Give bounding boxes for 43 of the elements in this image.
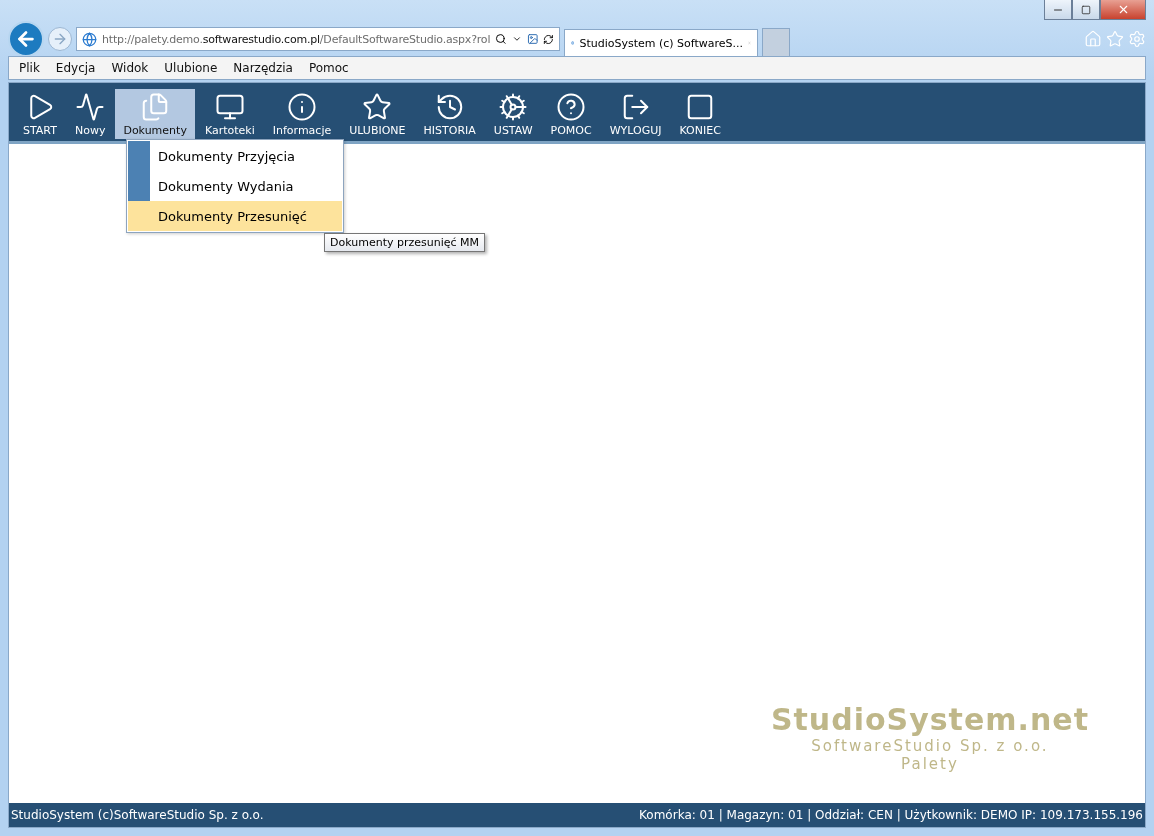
toolbar-button[interactable]: START (15, 89, 65, 139)
settings-icon (498, 92, 529, 122)
menu-item[interactable]: Plik (19, 61, 40, 75)
toolbar-button[interactable]: WYLOGUJ (601, 89, 670, 139)
menu-item[interactable]: Narzędzia (233, 61, 293, 75)
dropdown-item[interactable]: Dokumenty Przesunięć (128, 201, 342, 231)
address-field[interactable]: http://palety.demo.softwarestudio.com.pl/DefaultSoftwareStudio.aspx?rol (76, 27, 560, 51)
menu-item[interactable]: Widok (111, 61, 149, 75)
tooltip: Dokumenty przesunięć MM (324, 233, 486, 252)
close-button[interactable] (1100, 0, 1146, 20)
company-name: SoftwareStudio Sp. z o.o. (811, 737, 1049, 755)
new-icon (75, 92, 106, 122)
toolbar-button[interactable]: ULUBIONE (341, 89, 414, 139)
toolbar-button[interactable]: USTAW (485, 89, 541, 139)
forward-arrow-icon (52, 31, 68, 47)
menu-item[interactable]: Pomoc (308, 61, 349, 75)
menu-item[interactable]: Ulubione (164, 61, 218, 75)
menu-item[interactable]: Edycja (55, 61, 96, 75)
maximize-icon (1081, 4, 1091, 15)
forward-button[interactable] (48, 27, 72, 51)
back-button[interactable] (8, 21, 44, 57)
maximize-button[interactable] (1072, 0, 1100, 20)
status-right: Komórka: 01 | Magazyn: 01 | Oddział: CEN | Użytkownik: DEMO IP: 109.173.155.196 (639, 808, 1143, 822)
refresh-icon[interactable] (543, 32, 554, 46)
search-icon[interactable] (495, 32, 507, 46)
browser-tab[interactable]: StudioSystem (c) SoftwareS... (564, 29, 758, 56)
toolbar-button[interactable]: HISTORIA (415, 89, 484, 139)
toolbar-button[interactable]: KONIEC (671, 89, 729, 139)
help-icon (556, 92, 587, 122)
compatibility-icon[interactable] (526, 32, 539, 46)
favorites-icon (362, 92, 393, 122)
url-text: http://palety.demo.softwarestudio.com.pl/DefaultSoftwareStudio.aspx?rol (102, 32, 491, 46)
minimize-button[interactable] (1044, 0, 1072, 20)
toolbar-button[interactable]: Nowy (66, 89, 114, 139)
status-left: StudioSystem (c)SoftwareStudio Sp. z o.o. (11, 808, 264, 822)
toolbar-button[interactable]: Informacje (264, 89, 340, 139)
toolbar-button[interactable]: POMOC (542, 89, 600, 139)
toolbar-button[interactable]: Dokumenty (115, 89, 195, 139)
product-name: Palety (901, 755, 959, 773)
brand-title: StudioSystem.net (770, 702, 1089, 737)
info-icon (286, 92, 317, 122)
records-icon (214, 92, 245, 122)
toolbar-button[interactable]: Kartoteki (196, 89, 263, 139)
